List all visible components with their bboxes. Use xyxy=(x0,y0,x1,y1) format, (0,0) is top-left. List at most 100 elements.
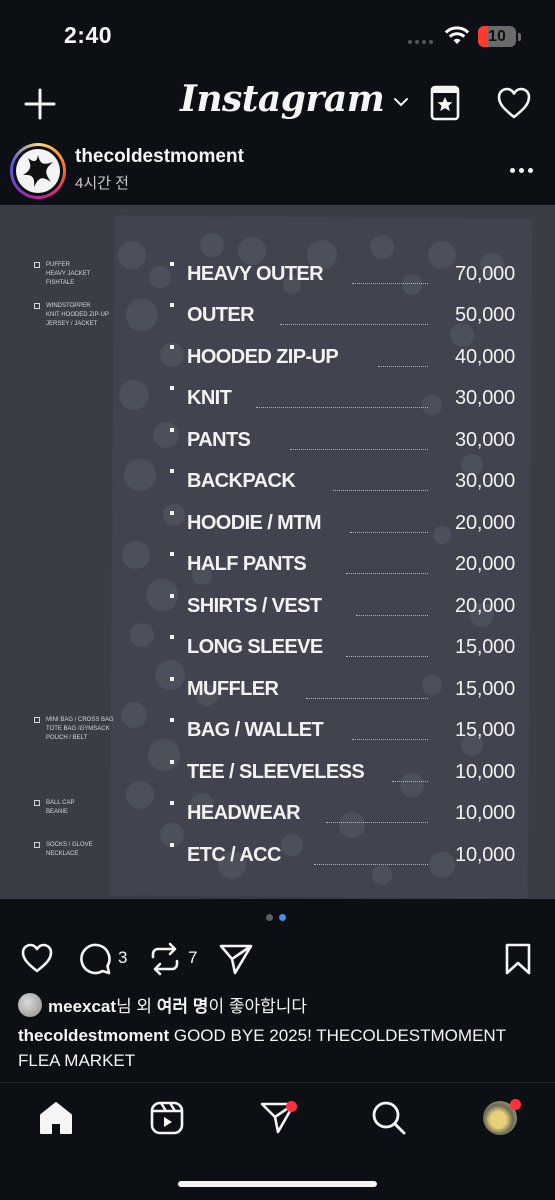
price-row: HALF PANTS 20,000 xyxy=(170,552,515,582)
bullet-icon xyxy=(170,552,174,556)
dot-leader xyxy=(306,698,428,699)
dot-leader xyxy=(346,656,428,657)
price-row: KNIT 30,000 xyxy=(170,386,515,416)
item-name: HEAVY OUTER xyxy=(187,263,324,285)
likes-text: 님 외 xyxy=(116,997,157,1016)
bullet-icon xyxy=(170,843,174,847)
checkbox-icon xyxy=(34,842,40,848)
comment-icon[interactable] xyxy=(78,942,112,976)
item-name: TEE / SLEEVELESS xyxy=(187,761,365,783)
story-ring[interactable] xyxy=(10,143,66,199)
item-name: SHIRTS / VEST xyxy=(187,595,322,617)
item-price: 20,000 xyxy=(455,595,515,617)
bullet-icon xyxy=(170,718,174,722)
side-note: PUFFER HEAVY JACKET FISHTALE xyxy=(34,261,90,288)
side-note-line: FISHTALE xyxy=(46,280,75,286)
checkbox-icon xyxy=(34,303,40,309)
likes-summary[interactable]: meexcat님 외 여러 명이 좋아합니다 xyxy=(18,992,307,1017)
side-note-line: BALL CAP xyxy=(46,800,75,806)
post-caption: thecoldestmoment GOOD BYE 2025! THECOLDE… xyxy=(18,1023,538,1073)
battery-icon: 10 xyxy=(478,26,516,47)
dot-leader xyxy=(350,532,428,533)
price-row: SHIRTS / VEST 20,000 xyxy=(170,594,515,624)
item-name: HEADWEAR xyxy=(187,802,301,824)
price-row: HOODIE / MTM 20,000 xyxy=(170,511,515,541)
checkbox-icon xyxy=(34,800,40,806)
comment-count: 3 xyxy=(118,948,128,967)
post-username[interactable]: thecoldestmoment xyxy=(75,146,244,168)
more-options-icon[interactable] xyxy=(510,160,538,180)
reels-icon[interactable] xyxy=(148,1099,186,1137)
item-price: 50,000 xyxy=(455,304,515,326)
item-name: OUTER xyxy=(187,304,255,326)
bullet-icon xyxy=(170,469,174,473)
dot-leader xyxy=(333,490,428,491)
dot-leader xyxy=(280,324,428,325)
side-note-line: HEAVY JACKET xyxy=(46,271,91,277)
dot-leader xyxy=(392,781,428,782)
bullet-icon xyxy=(170,801,174,805)
plus-icon[interactable] xyxy=(22,86,58,122)
home-indicator xyxy=(178,1181,377,1187)
search-icon[interactable] xyxy=(370,1099,408,1137)
status-bar: 2:40 10 xyxy=(0,0,555,72)
price-row: HEAVY OUTER 70,000 xyxy=(170,262,515,292)
likes-others[interactable]: 여러 명 xyxy=(157,997,209,1016)
price-row: HEADWEAR 10,000 xyxy=(170,801,515,831)
liker-username[interactable]: meexcat xyxy=(48,997,116,1016)
messages-notification-dot xyxy=(286,1101,297,1112)
send-icon[interactable] xyxy=(218,942,254,976)
home-icon[interactable] xyxy=(37,1099,75,1137)
bullet-icon xyxy=(170,594,174,598)
heart-icon[interactable] xyxy=(496,86,532,120)
instagram-logo: Instagram xyxy=(180,78,385,120)
side-note-line: MINI BAG / CROSS BAG xyxy=(46,717,114,723)
bookmark-icon[interactable] xyxy=(503,942,533,976)
price-row: BAG / WALLET 15,000 xyxy=(170,718,515,748)
side-note: MINI BAG / CROSS BAG TOTE BAG /GYMSACK P… xyxy=(34,716,114,743)
item-price: 10,000 xyxy=(455,761,515,783)
price-row: PANTS 30,000 xyxy=(170,428,515,458)
chevron-down-icon xyxy=(394,98,409,107)
item-name: BACKPACK xyxy=(187,470,296,492)
side-note-line: BEANIE xyxy=(46,809,69,815)
item-name: MUFFLER xyxy=(187,678,279,700)
battery-tip xyxy=(518,33,521,41)
side-note-line: WINDSTOPPER xyxy=(46,303,91,309)
side-note-line: TOTE BAG /GYMSACK xyxy=(46,726,110,732)
likes-text-end: 이 좋아합니다 xyxy=(208,997,308,1016)
post-time: 4시간 전 xyxy=(75,175,129,192)
bullet-icon xyxy=(170,345,174,349)
logo-switcher[interactable]: Instagram xyxy=(180,78,410,120)
bullet-icon xyxy=(170,428,174,432)
bullet-icon xyxy=(170,386,174,390)
item-price: 20,000 xyxy=(455,512,515,534)
item-price: 30,000 xyxy=(455,429,515,451)
item-price: 30,000 xyxy=(455,470,515,492)
side-note-line: PUFFER xyxy=(46,262,70,268)
avatar xyxy=(16,149,60,193)
caption-username[interactable]: thecoldestmoment xyxy=(18,1026,169,1045)
side-note: BALL CAP BEANIE xyxy=(34,799,74,817)
like-heart-icon[interactable] xyxy=(20,942,54,974)
price-row: OUTER 50,000 xyxy=(170,303,515,333)
price-row: LONG SLEEVE 15,000 xyxy=(170,635,515,665)
side-note-line: KNIT HOODED ZIP-UP xyxy=(46,312,109,318)
item-price: 10,000 xyxy=(455,844,515,866)
item-price: 15,000 xyxy=(455,678,515,700)
repost-icon[interactable] xyxy=(148,942,182,976)
favorites-icon[interactable] xyxy=(428,84,462,122)
post-image[interactable]: PUFFER HEAVY JACKET FISHTALE WINDSTOPPER… xyxy=(0,205,555,899)
bullet-icon xyxy=(170,303,174,307)
carousel-dot-active xyxy=(279,914,286,921)
bullet-icon xyxy=(170,635,174,639)
item-name: LONG SLEEVE xyxy=(187,636,323,658)
dot-leader xyxy=(356,615,428,616)
bullet-icon xyxy=(170,760,174,764)
price-row: TEE / SLEEVELESS 10,000 xyxy=(170,760,515,790)
carousel-indicator xyxy=(266,914,286,921)
repost-count: 7 xyxy=(188,948,198,967)
starfish-logo-icon xyxy=(23,155,53,187)
profile-notification-dot xyxy=(510,1099,521,1110)
dot-leader xyxy=(314,864,428,865)
